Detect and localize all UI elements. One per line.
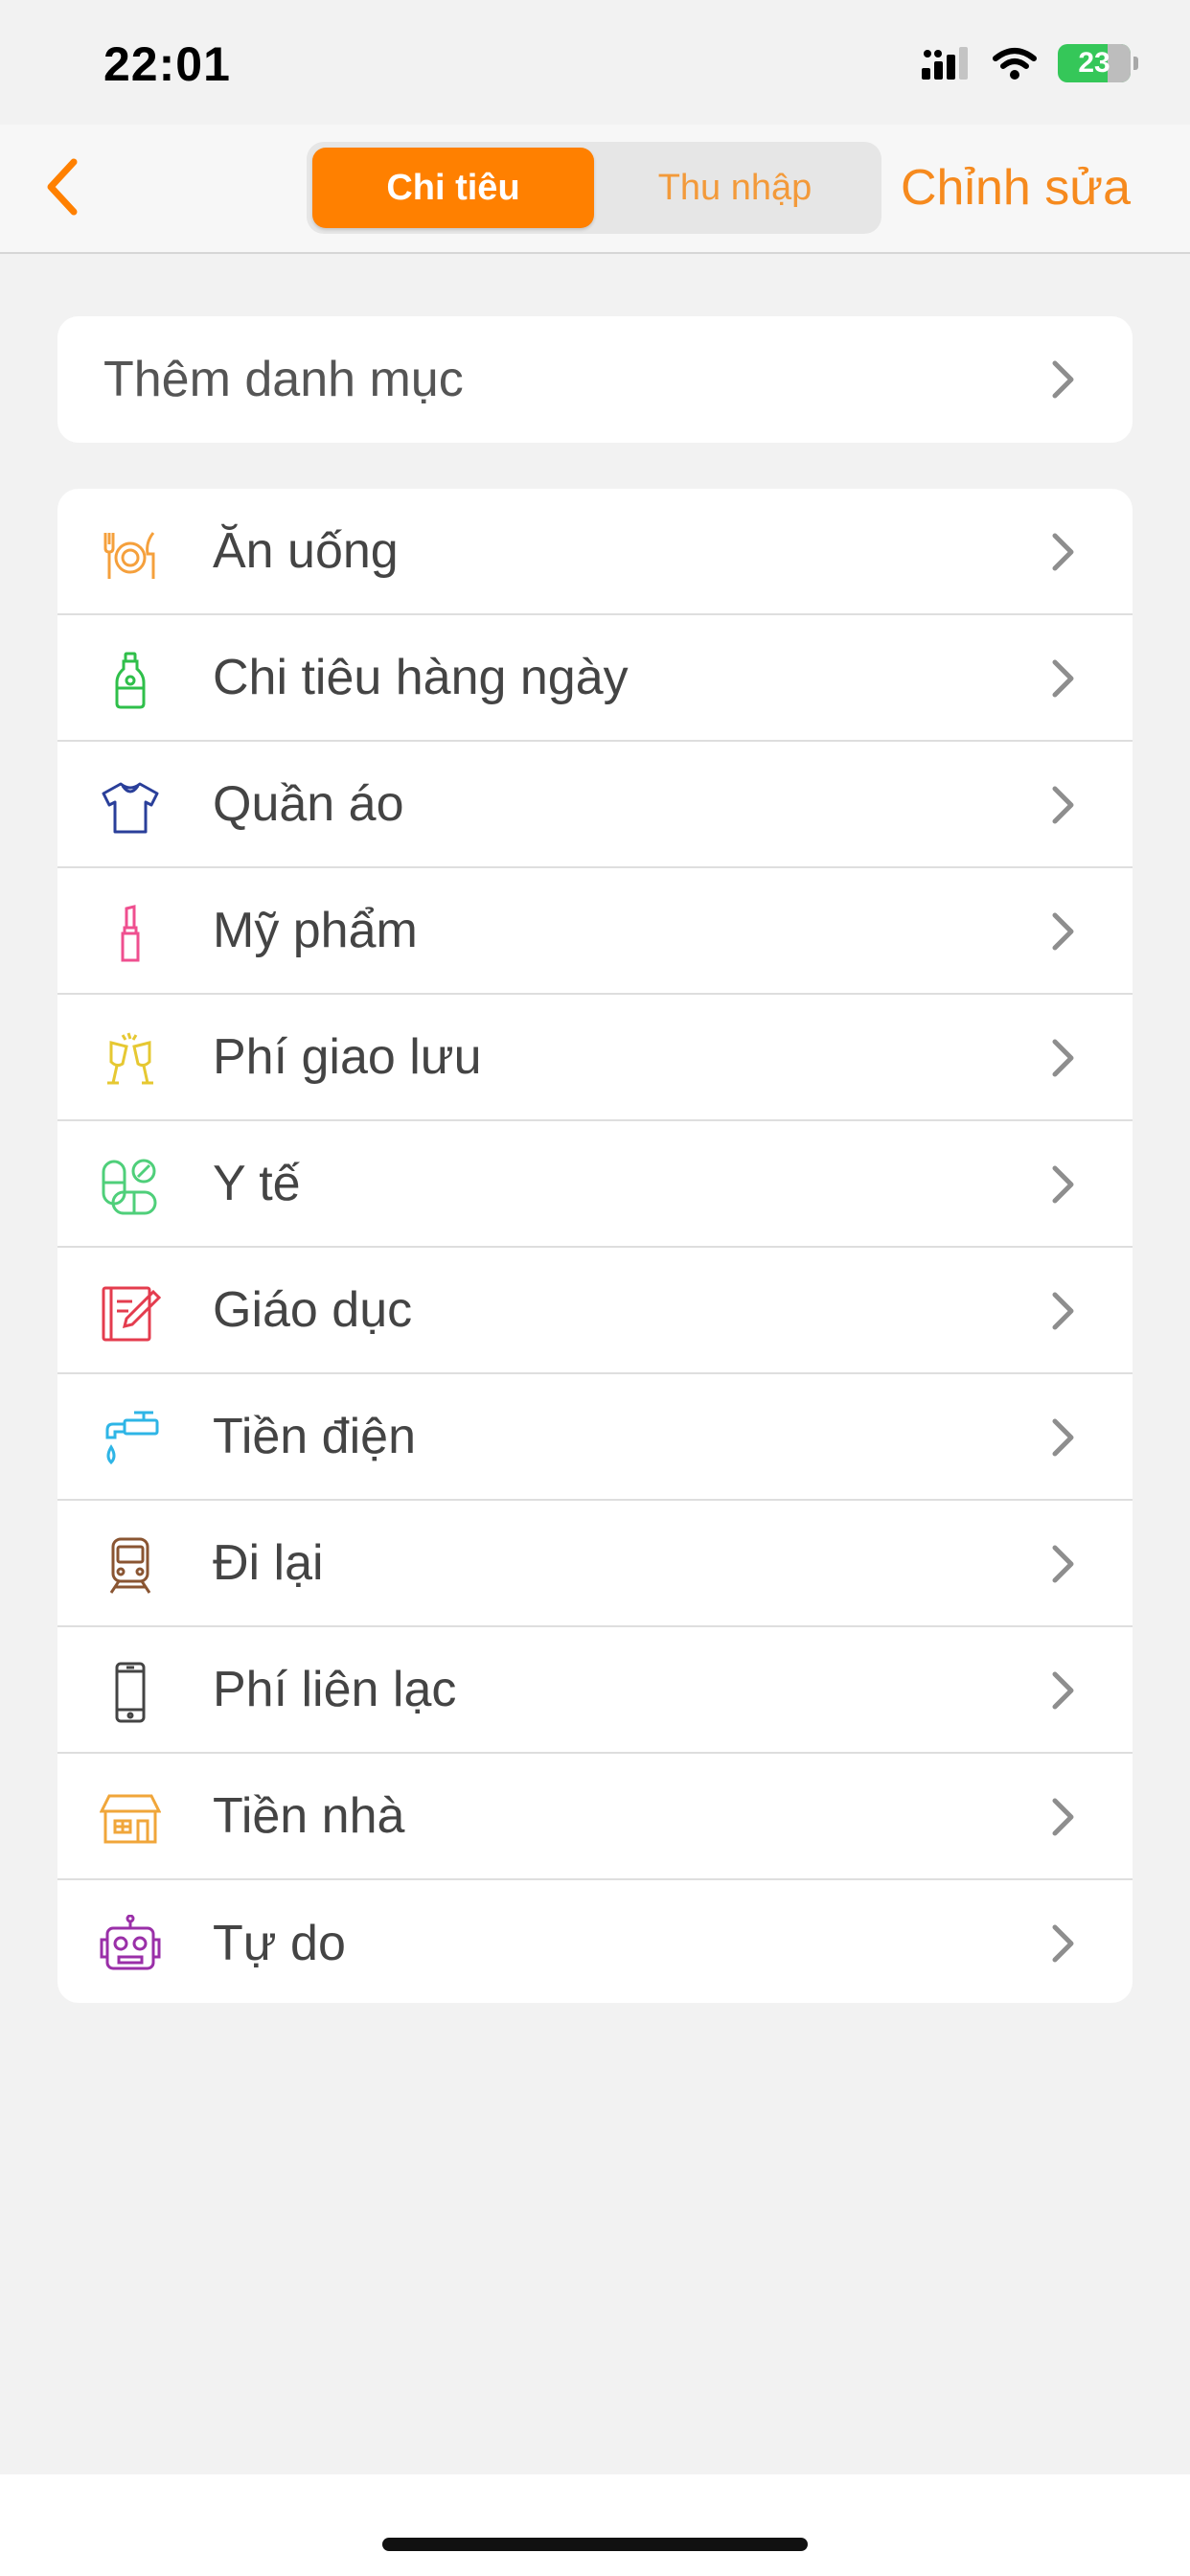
category-label: Giáo dục (213, 1282, 413, 1338)
category-row-phi-lien-lac[interactable]: Phí liên lạc (57, 1627, 1133, 1754)
dining-icon (103, 532, 155, 579)
robot-icon (100, 1915, 161, 1970)
battery-charging-icon: 23 (1058, 44, 1138, 82)
chevron-right-icon (1044, 786, 1083, 824)
back-button[interactable] (29, 153, 96, 220)
category-row-phi-giao-luu[interactable]: Phí giao lưu (57, 995, 1133, 1121)
notebook-pencil-icon (102, 1286, 161, 1342)
category-row-chi-tieu-hang-ngay[interactable]: Chi tiêu hàng ngày (57, 615, 1133, 742)
category-label: Phí liên lạc (213, 1662, 457, 1717)
tab-chi-tieu[interactable]: Chi tiêu (312, 148, 594, 228)
category-label: Y tế (213, 1156, 301, 1211)
category-list: Ăn uống Chi tiêu hàng ngày Quần áo Mỹ ph… (57, 489, 1133, 2003)
house-icon (100, 1794, 161, 1844)
category-row-quan-ao[interactable]: Quần áo (57, 742, 1133, 868)
signal-icon (922, 47, 968, 80)
chevron-right-icon (1044, 1292, 1083, 1330)
home-indicator[interactable] (382, 2538, 808, 2551)
category-row-di-lai[interactable]: Đi lại (57, 1501, 1133, 1627)
cheers-glasses-icon (107, 1032, 153, 1085)
chevron-right-icon (1044, 912, 1083, 951)
lipstick-icon (121, 905, 140, 962)
phone-icon (115, 1662, 146, 1723)
category-row-tu-do[interactable]: Tự do (57, 1880, 1133, 2003)
chevron-right-icon (1044, 533, 1083, 571)
chevron-left-icon (47, 158, 78, 216)
category-label: Chi tiêu hàng ngày (213, 650, 629, 705)
status-time: 22:01 (103, 37, 231, 91)
category-label: Tự do (213, 1916, 346, 1971)
chevron-right-icon (1044, 1165, 1083, 1204)
category-label: Phí giao lưu (213, 1029, 482, 1085)
category-label: Mỹ phẩm (213, 903, 418, 958)
chevron-right-icon (1044, 360, 1083, 399)
detergent-bottle-icon (115, 652, 146, 709)
chevron-right-icon (1044, 1671, 1083, 1710)
add-category-label: Thêm danh mục (103, 352, 464, 407)
category-row-tien-nha[interactable]: Tiền nhà (57, 1754, 1133, 1880)
home-indicator-area (0, 2474, 1190, 2576)
category-label: Quần áo (213, 776, 404, 832)
battery-level: 23 (1078, 47, 1110, 79)
category-row-giao-duc[interactable]: Giáo dục (57, 1248, 1133, 1374)
add-category-button[interactable]: Thêm danh mục (57, 316, 1133, 443)
status-bar: 22:01 23 (0, 0, 1190, 125)
category-row-tien-dien[interactable]: Tiền điện (57, 1374, 1133, 1501)
type-segmented-control: Chi tiêu Thu nhập (307, 142, 881, 234)
category-row-an-uong[interactable]: Ăn uống (57, 489, 1133, 615)
category-label: Đi lại (213, 1535, 324, 1591)
tab-thu-nhap[interactable]: Thu nhập (594, 148, 876, 228)
pills-icon (102, 1159, 157, 1215)
wifi-icon (993, 48, 1037, 80)
chevron-right-icon (1044, 1545, 1083, 1583)
chevron-right-icon (1044, 1924, 1083, 1963)
category-label: Tiền nhà (213, 1788, 405, 1844)
category-row-y-te[interactable]: Y tế (57, 1121, 1133, 1248)
tshirt-icon (102, 782, 159, 834)
edit-button[interactable]: Chỉnh sửa (901, 159, 1131, 217)
chevron-right-icon (1044, 659, 1083, 698)
chevron-right-icon (1044, 1418, 1083, 1457)
chevron-right-icon (1044, 1798, 1083, 1836)
train-icon (109, 1537, 151, 1594)
chevron-right-icon (1044, 1039, 1083, 1077)
status-icons: 23 (922, 44, 1138, 82)
water-tap-icon (105, 1411, 159, 1465)
navigation-bar: Chi tiêu Thu nhập Chỉnh sửa (0, 125, 1190, 254)
category-label: Ăn uống (213, 523, 399, 579)
category-label: Tiền điện (213, 1409, 416, 1464)
category-row-my-pham[interactable]: Mỹ phẩm (57, 868, 1133, 995)
